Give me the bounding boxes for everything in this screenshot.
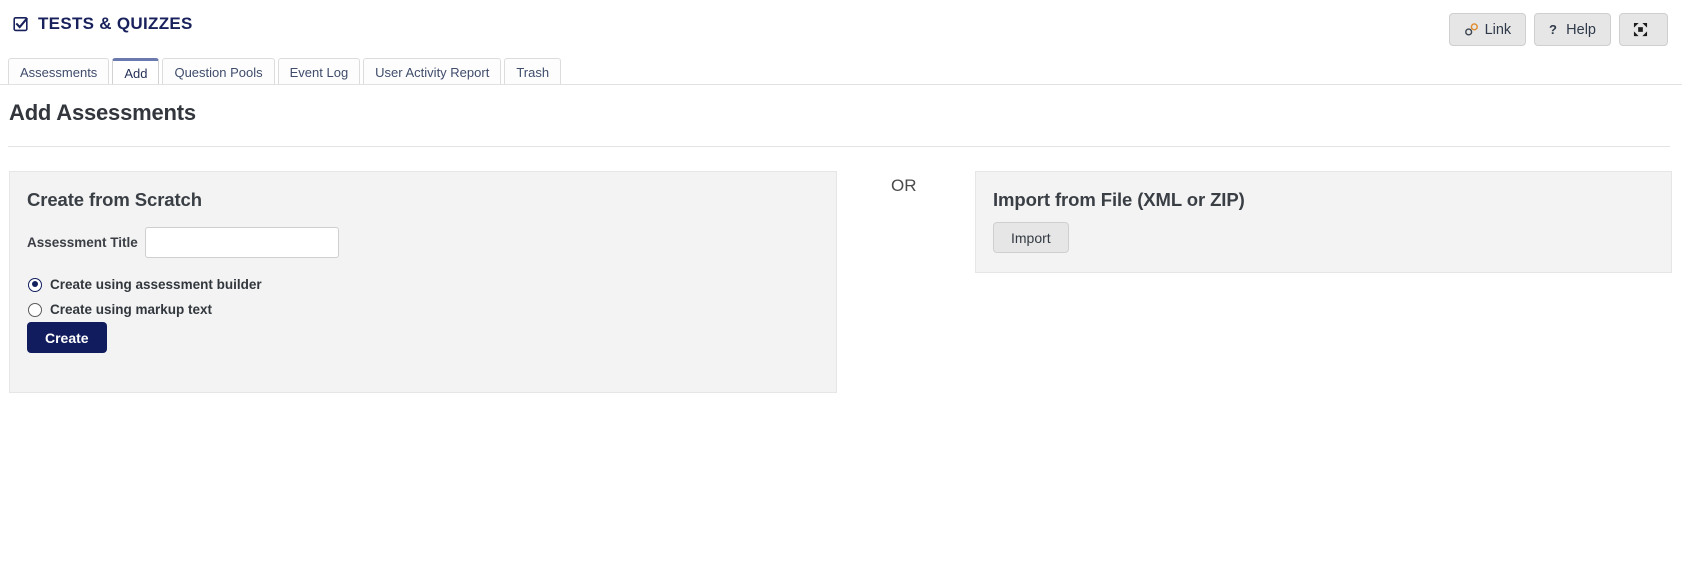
radio-option-label: Create using markup text — [50, 302, 213, 317]
checked-checkbox-icon — [13, 16, 29, 32]
question-mark-icon: ? — [1549, 22, 1560, 37]
tab-bar: Assessments Add Question Pools Event Log… — [8, 57, 562, 85]
tab-label: Trash — [516, 64, 550, 80]
tab-question-pools[interactable]: Question Pools — [162, 58, 275, 85]
tab-user-activity-report[interactable]: User Activity Report — [363, 58, 502, 85]
tab-label: Add — [124, 65, 148, 81]
page-title: Add Assessments — [9, 100, 196, 125]
help-button[interactable]: ? Help — [1534, 13, 1611, 46]
tab-add[interactable]: Add — [112, 58, 160, 85]
top-header-bar: TESTS & QUIZZES Link ? Help — [0, 0, 1682, 58]
create-button[interactable]: Create — [27, 322, 107, 353]
create-panel-heading: Create from Scratch — [27, 189, 202, 210]
tab-assessments[interactable]: Assessments — [8, 58, 110, 85]
assessment-title-label: Assessment Title — [27, 235, 138, 250]
radio-button-icon[interactable] — [28, 277, 42, 292]
expand-fullscreen-button[interactable] — [1619, 13, 1668, 46]
tab-bar-underline — [0, 84, 1682, 85]
tab-label: Question Pools — [174, 64, 263, 80]
tab-event-log[interactable]: Event Log — [277, 58, 361, 85]
import-from-file-panel: Import from File (XML or ZIP) Import — [975, 171, 1672, 273]
help-button-label: Help — [1566, 21, 1596, 38]
tab-trash[interactable]: Trash — [504, 58, 562, 85]
tab-label: User Activity Report — [375, 64, 490, 80]
import-panel-heading: Import from File (XML or ZIP) — [993, 189, 1245, 210]
assessment-title-row: Assessment Title — [27, 227, 339, 258]
radio-option-assessment-builder[interactable]: Create using assessment builder — [28, 272, 262, 297]
import-button[interactable]: Import — [993, 222, 1069, 253]
expand-fullscreen-icon — [1633, 22, 1648, 37]
tests-and-quizzes-page: TESTS & QUIZZES Link ? Help Assessments … — [0, 0, 1682, 561]
chain-link-icon — [1464, 22, 1479, 37]
assessment-title-input[interactable] — [144, 227, 339, 258]
app-title-group: TESTS & QUIZZES — [13, 14, 193, 34]
link-button[interactable]: Link — [1448, 13, 1527, 46]
header-action-buttons: Link ? Help — [1448, 13, 1668, 46]
create-mode-radio-group: Create using assessment builder Create u… — [28, 272, 262, 322]
create-from-scratch-panel: Create from Scratch Assessment Title Cre… — [9, 171, 837, 393]
svg-text:?: ? — [1549, 22, 1557, 37]
app-title-text: TESTS & QUIZZES — [38, 14, 193, 33]
title-divider — [8, 146, 1670, 147]
tab-label: Event Log — [289, 64, 349, 80]
radio-button-icon[interactable] — [28, 302, 42, 317]
or-separator-label: OR — [891, 176, 917, 195]
radio-option-label: Create using assessment builder — [50, 277, 262, 292]
radio-option-markup-text[interactable]: Create using markup text — [28, 297, 262, 322]
link-button-label: Link — [1484, 21, 1512, 38]
tab-label: Assessments — [20, 64, 98, 80]
